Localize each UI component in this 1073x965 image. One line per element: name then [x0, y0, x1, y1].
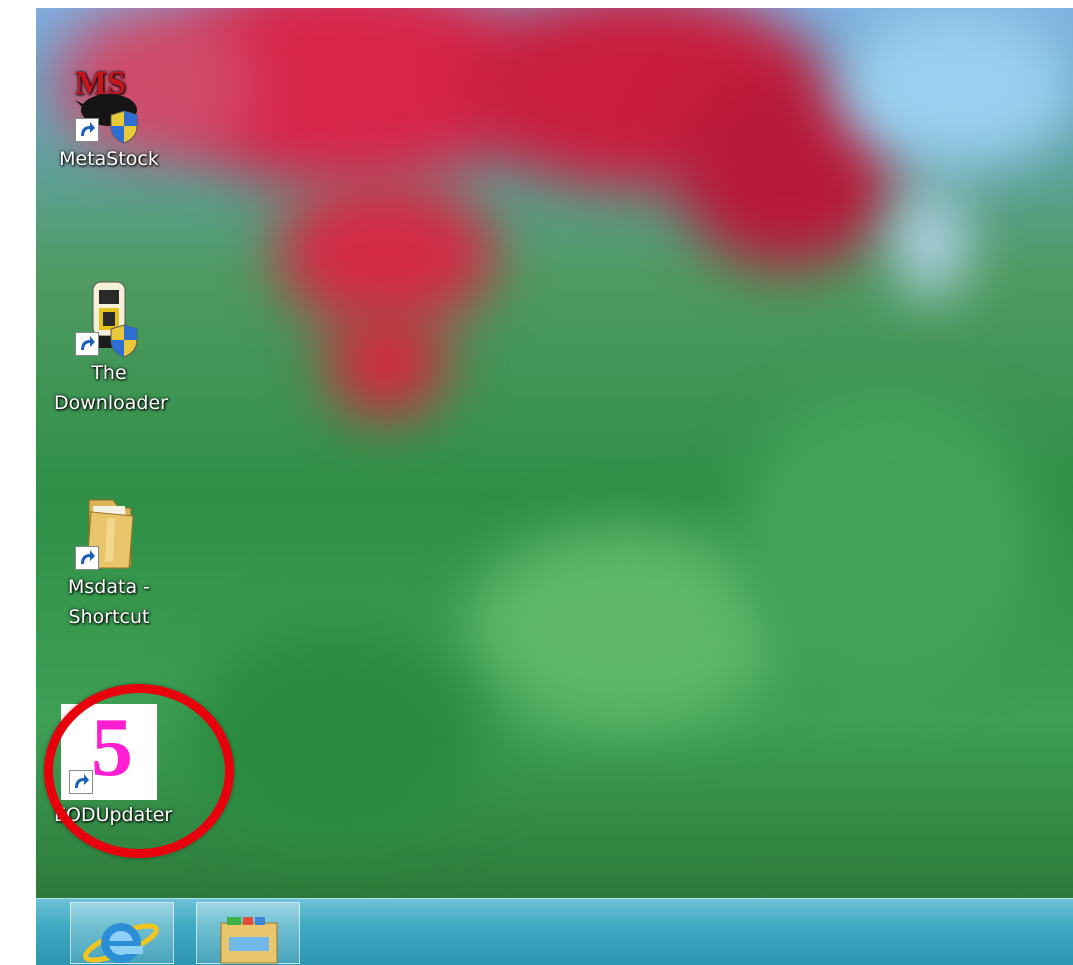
screen: MS MetaStock The Downloader Msdata - Sho… [36, 8, 1073, 965]
uac-shield-icon [110, 324, 138, 358]
desktop-icon-label: MetaStock [59, 148, 159, 170]
metastock-bull-icon: MS [69, 64, 149, 144]
desktop-icon-msdata-shortcut[interactable]: Msdata - Shortcut [54, 492, 164, 632]
internet-explorer-icon [83, 923, 159, 963]
file-explorer-icon [220, 917, 278, 964]
highlight-circle-annotation [44, 684, 234, 858]
taskbar [36, 898, 1073, 965]
shortcut-arrow-icon [75, 118, 99, 142]
downloader-icon [69, 278, 149, 358]
desktop-icon-label-line-2: Downloader [54, 392, 168, 414]
desktop-icon-metastock[interactable]: MS MetaStock [54, 64, 164, 174]
uac-shield-icon [110, 110, 138, 144]
desktop-icon-label-line-1: Msdata - [68, 576, 150, 598]
taskbar-internet-explorer-button[interactable] [70, 902, 174, 964]
desktop-icon-the-downloader[interactable]: The Downloader [54, 278, 168, 418]
shortcut-arrow-icon [75, 546, 99, 570]
desktop-icon-label-line-1: The [91, 362, 127, 384]
taskbar-file-explorer-button[interactable] [196, 902, 300, 964]
desktop-icon-label-line-2: Shortcut [68, 606, 150, 628]
shortcut-arrow-icon [75, 332, 99, 356]
folder-icon [69, 492, 149, 572]
